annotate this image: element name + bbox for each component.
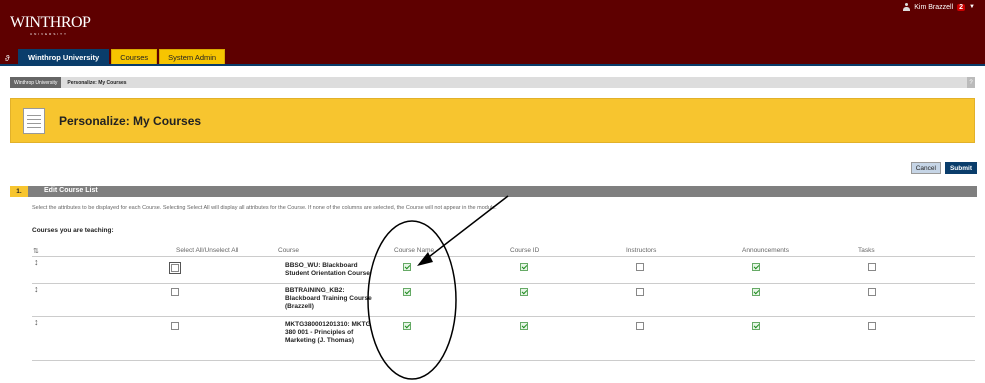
course-title: BBSO_WU: Blackboard Student Orientation …: [285, 262, 370, 277]
header-instructors: Instructors: [626, 247, 657, 254]
section-title: Courses you are teaching:: [32, 227, 114, 234]
help-button[interactable]: ?: [967, 77, 975, 88]
course-id-checkbox[interactable]: [520, 322, 528, 330]
header-divider: [32, 256, 975, 257]
course-name-checkbox[interactable]: [403, 322, 411, 330]
course-title: BBTRAINING_KB2: Blackboard Training Cour…: [285, 287, 372, 310]
annotation-arrow-head: [417, 252, 433, 266]
header-announcements: Announcements: [742, 247, 789, 254]
breadcrumb: Winthrop University Personalize: My Cour…: [10, 77, 975, 88]
header-tasks: Tasks: [858, 247, 875, 254]
sort-icon[interactable]: ⇅: [33, 247, 39, 255]
course-name-checkbox[interactable]: [403, 263, 411, 271]
tasks-checkbox[interactable]: [868, 288, 876, 296]
select-all-checkbox[interactable]: [171, 322, 179, 330]
tasks-checkbox[interactable]: [868, 263, 876, 271]
row-divider: [32, 316, 975, 317]
chevron-down-icon[interactable]: ▼: [969, 4, 975, 10]
row-divider: [32, 283, 975, 284]
instructors-checkbox[interactable]: [636, 263, 644, 271]
logo-subtitle: UNIVERSITY: [30, 32, 69, 36]
action-buttons: Cancel Submit: [910, 162, 977, 174]
breadcrumb-item-winthrop[interactable]: Winthrop University: [10, 77, 62, 88]
course-id-checkbox[interactable]: [520, 288, 528, 296]
notification-badge[interactable]: 2: [957, 3, 966, 11]
page-header: Personalize: My Courses: [10, 98, 975, 143]
user-menu[interactable]: Kim Brazzell 2 ▼: [903, 3, 975, 11]
instructions-text: Select the attributes to be displayed fo…: [32, 205, 497, 211]
announcements-checkbox[interactable]: [752, 263, 760, 271]
breadcrumb-item-current: Personalize: My Courses: [67, 79, 127, 86]
page-icon: [23, 108, 45, 134]
select-all-checkbox[interactable]: [171, 288, 179, 296]
instructors-checkbox[interactable]: [636, 288, 644, 296]
tab-divider: [0, 64, 985, 66]
page-title: Personalize: My Courses: [59, 114, 202, 128]
header-course: Course: [278, 247, 299, 254]
drag-handle-icon[interactable]: ↕: [34, 257, 39, 267]
tasks-checkbox[interactable]: [868, 322, 876, 330]
user-name[interactable]: Kim Brazzell: [914, 4, 953, 11]
announcements-checkbox[interactable]: [752, 288, 760, 296]
course-id-checkbox[interactable]: [520, 263, 528, 271]
header-course-name: Course Name: [394, 247, 435, 254]
annotation-ellipse: [367, 220, 457, 380]
announcements-checkbox[interactable]: [752, 322, 760, 330]
step-number: 1.: [10, 186, 28, 197]
header-select-all: Select All/Unselect All: [176, 247, 239, 254]
user-icon: [903, 3, 911, 11]
course-name-checkbox[interactable]: [403, 288, 411, 296]
step-title: Edit Course List: [44, 187, 98, 194]
header-course-id: Course ID: [510, 247, 540, 254]
drag-handle-icon[interactable]: ↕: [34, 284, 39, 294]
logo[interactable]: WINTHROP: [10, 14, 91, 32]
submit-button[interactable]: Submit: [944, 162, 977, 174]
course-title: MKTG380001201310: MKTG 380 001 - Princip…: [285, 321, 371, 344]
instructors-checkbox[interactable]: [636, 322, 644, 330]
drag-handle-icon[interactable]: ↕: [34, 317, 39, 327]
cancel-button[interactable]: Cancel: [910, 162, 941, 174]
select-all-checkbox[interactable]: [169, 262, 181, 274]
row-divider: [32, 360, 975, 361]
step-bar: 1. Edit Course List: [10, 186, 977, 197]
